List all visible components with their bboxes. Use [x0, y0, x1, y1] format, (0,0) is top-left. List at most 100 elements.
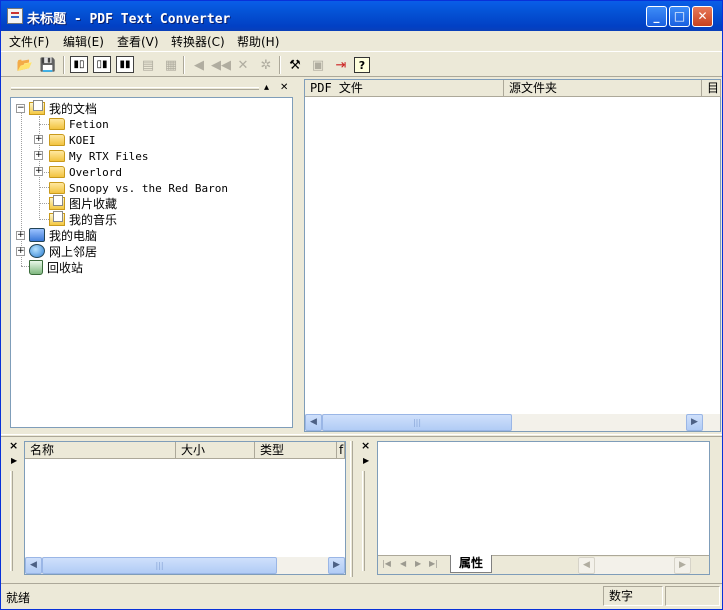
- pane-grip[interactable]: [362, 471, 365, 571]
- move-prev-icon[interactable]: ◀◀: [211, 55, 231, 75]
- close-pane-icon[interactable]: ×: [361, 439, 370, 452]
- expand-icon[interactable]: +: [16, 231, 25, 240]
- exit-icon[interactable]: ⇥: [331, 55, 351, 75]
- tree-item-label: Overlord: [69, 165, 122, 179]
- scroll-right-icon[interactable]: ▶: [674, 557, 691, 574]
- pane-grip[interactable]: [11, 87, 259, 90]
- tree-item-label: Snoopy vs. the Red Baron: [69, 181, 228, 195]
- minimize-button[interactable]: _: [646, 6, 667, 27]
- pictures-folder-icon: [49, 194, 65, 210]
- tree-item-label: KOEI: [69, 133, 96, 147]
- status-text: 就绪: [6, 591, 31, 605]
- settings-gear-icon[interactable]: ✲: [256, 55, 276, 75]
- vertical-splitter[interactable]: [350, 441, 353, 577]
- tree-item-pictures[interactable]: 图片收藏: [49, 194, 118, 211]
- expand-icon[interactable]: +: [16, 247, 25, 256]
- close-pane-icon[interactable]: ✕: [280, 83, 288, 93]
- toolbar: 📂 💾 ▮▯ ▯▮ ▮▮ ▤ ▦ ◀ ◀◀ ✕ ✲ ⚒ ▣ ⇥ ?: [1, 51, 722, 77]
- tree-item-my-computer[interactable]: 我的电脑: [29, 227, 97, 243]
- scroll-right-icon[interactable]: ▶: [328, 557, 345, 574]
- tab-strip: |◀ ◀ ▶ ▶| 属性 ◀ ▶: [378, 555, 709, 574]
- pdf-file-list[interactable]: PDF 文件 源文件夹 目 ◀ ||| ▶: [304, 79, 721, 432]
- column-header-more[interactable]: f: [337, 442, 345, 459]
- folder-icon: [49, 150, 65, 162]
- maximize-button[interactable]: □: [669, 6, 690, 27]
- network-icon: [29, 244, 45, 258]
- expand-icon[interactable]: +: [34, 151, 43, 160]
- view-mode-3-icon[interactable]: ▮▮: [116, 56, 134, 73]
- move-first-icon[interactable]: ◀: [189, 55, 209, 75]
- tree-pane-header: ▴ ✕: [7, 81, 295, 97]
- tab-properties[interactable]: 属性: [450, 555, 493, 573]
- column-header-type[interactable]: 类型: [255, 442, 337, 459]
- scroll-right-icon[interactable]: ▶: [686, 414, 703, 431]
- scroll-left-icon[interactable]: ◀: [578, 557, 595, 574]
- tree-connector: [21, 110, 22, 266]
- properties-pane[interactable]: |◀ ◀ ▶ ▶| 属性 ◀ ▶: [377, 441, 710, 575]
- horizontal-splitter[interactable]: [1, 434, 722, 437]
- tree-item-recycle-bin[interactable]: 回收站: [29, 259, 83, 275]
- save-icon[interactable]: 💾: [38, 55, 58, 75]
- documents-folder-icon: [29, 99, 45, 115]
- column-header-pdf-file[interactable]: PDF 文件: [305, 80, 504, 97]
- details-hscrollbar[interactable]: ◀ ||| ▶: [25, 557, 345, 574]
- expand-icon[interactable]: +: [34, 167, 43, 176]
- delete-icon[interactable]: ✕: [233, 55, 253, 75]
- view-mode-1-icon[interactable]: ▮▯: [70, 56, 88, 73]
- tab-last-icon[interactable]: ▶|: [429, 559, 438, 568]
- scroll-left-icon[interactable]: ◀: [305, 414, 322, 431]
- convert-hammer-icon[interactable]: ⚒: [285, 55, 305, 75]
- view-mode-2-icon[interactable]: ▯▮: [93, 56, 111, 73]
- close-pane-icon[interactable]: ×: [9, 439, 18, 452]
- tree-item-label: 我的电脑: [49, 228, 98, 243]
- folder-icon: [49, 166, 65, 178]
- tab-prev-icon[interactable]: ◀: [400, 559, 406, 568]
- tree-item-network[interactable]: 网上邻居: [29, 243, 97, 259]
- expand-arrow-icon[interactable]: ▶: [363, 456, 369, 465]
- tree-item-fetion[interactable]: Fetion: [49, 116, 109, 132]
- column-header-size[interactable]: 大小: [176, 442, 255, 459]
- menu-bar: 文件(F) 编辑(E) 查看(V) 转换器(C) 帮助(H): [1, 31, 722, 51]
- tab-hscrollbar[interactable]: ◀ ▶: [578, 557, 691, 574]
- tree-item-label: 网上邻居: [49, 244, 98, 259]
- file-list-hscrollbar[interactable]: ◀ ||| ▶: [305, 414, 720, 431]
- menu-file[interactable]: 文件(F): [9, 33, 49, 50]
- scroll-thumb[interactable]: |||: [322, 414, 512, 431]
- tree-item-my-rtx-files[interactable]: My RTX Files: [49, 148, 148, 164]
- pane-grip[interactable]: [10, 471, 13, 571]
- menu-converter[interactable]: 转换器(C): [171, 33, 225, 50]
- title-bar[interactable]: 未标题 - PDF Text Converter _ □ ✕: [1, 1, 722, 31]
- options-icon[interactable]: ▣: [308, 55, 328, 75]
- tree-item-overlord[interactable]: Overlord: [49, 164, 122, 180]
- open-folder-icon[interactable]: 📂: [15, 55, 35, 75]
- tree-item-koei[interactable]: KOEI: [49, 132, 96, 148]
- folder-tree[interactable]: − 我的文档 Fetion + KOEI + My RTX Files + Ov…: [10, 97, 293, 428]
- menu-help[interactable]: 帮助(H): [237, 33, 279, 50]
- tab-next-icon[interactable]: ▶: [415, 559, 421, 568]
- status-empty-indicator: [665, 586, 720, 606]
- scroll-thumb[interactable]: |||: [42, 557, 277, 574]
- scroll-left-icon[interactable]: ◀: [25, 557, 42, 574]
- app-icon: [7, 8, 23, 24]
- column-header-source-folder[interactable]: 源文件夹: [504, 80, 702, 97]
- expand-arrow-icon[interactable]: ▶: [11, 456, 17, 465]
- tab-first-icon[interactable]: |◀: [382, 559, 391, 568]
- help-icon[interactable]: ?: [354, 57, 370, 73]
- column-header-target[interactable]: 目: [702, 80, 721, 97]
- collapse-icon[interactable]: −: [16, 104, 25, 113]
- pin-icon[interactable]: ▴: [264, 83, 269, 93]
- tree-item-my-documents[interactable]: 我的文档: [29, 99, 97, 116]
- tree-item-label: 图片收藏: [69, 196, 118, 211]
- file-details-list[interactable]: 名称 大小 类型 f ◀ ||| ▶: [24, 441, 346, 575]
- menu-view[interactable]: 查看(V): [117, 33, 159, 50]
- expand-icon[interactable]: +: [34, 135, 43, 144]
- toolbar-separator: [183, 56, 185, 74]
- window-title: 未标题 - PDF Text Converter: [27, 12, 231, 27]
- tree-connector: [39, 124, 49, 125]
- add-file-icon[interactable]: ▤: [138, 55, 158, 75]
- close-button[interactable]: ✕: [692, 6, 713, 27]
- add-folder-icon[interactable]: ▦: [161, 55, 181, 75]
- column-header-name[interactable]: 名称: [25, 442, 176, 459]
- tree-item-music[interactable]: 我的音乐: [49, 210, 117, 227]
- menu-edit[interactable]: 编辑(E): [63, 33, 104, 50]
